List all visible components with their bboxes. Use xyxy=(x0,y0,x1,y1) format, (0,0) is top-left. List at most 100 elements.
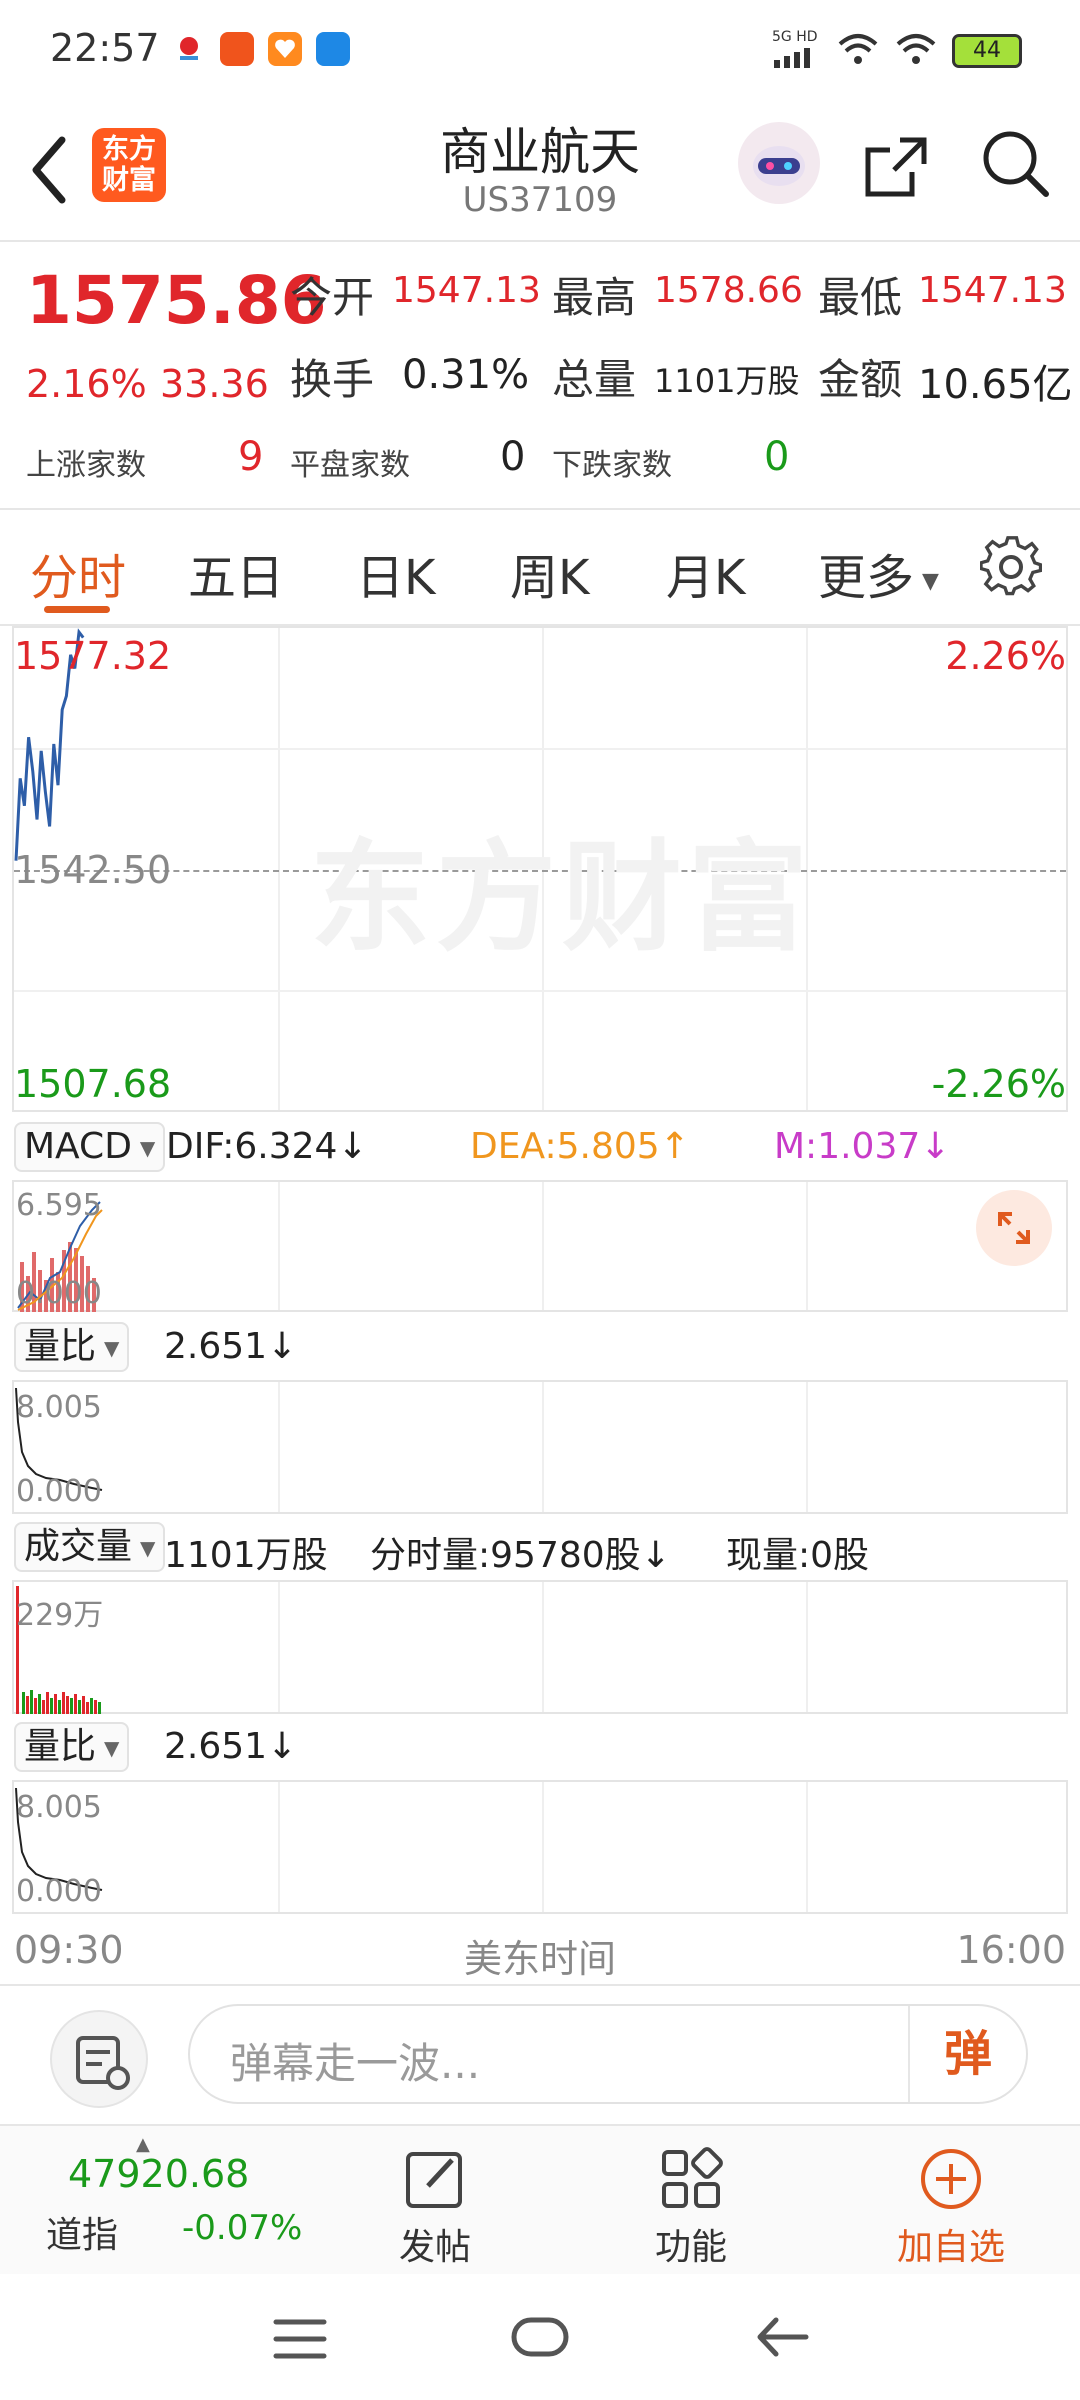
ratio2-selector-label: 量比 xyxy=(24,1726,97,1767)
ratio2-selector[interactable]: 量比 ▼ xyxy=(14,1722,130,1772)
ratio-selector-label: 量比 xyxy=(24,1326,97,1367)
add-watchlist-button[interactable]: 加自选 xyxy=(876,2126,1026,2276)
macd-selector-label: MACD xyxy=(24,1126,132,1167)
volume-label: 总量 xyxy=(552,355,637,404)
ratio-chart-panel[interactable] xyxy=(12,1380,1068,1514)
macd-chart-panel[interactable] xyxy=(12,1180,1068,1312)
ratio-selector[interactable]: 量比 ▼ xyxy=(14,1322,130,1372)
pct-axis-bottom: -2.26% xyxy=(931,1062,1066,1106)
tab-weekly-k[interactable]: 周K xyxy=(510,538,589,608)
macd-selector[interactable]: MACD ▼ xyxy=(14,1122,166,1172)
plus-circle-icon xyxy=(921,2149,981,2209)
minute-volume: 分时量:95780股↓ xyxy=(370,1535,671,1576)
add-watchlist-label: 加自选 xyxy=(896,2227,1005,2268)
time-axis-label: 美东时间 xyxy=(463,1937,616,1981)
status-bar: 22:57 5G HD 44 xyxy=(0,0,1080,100)
amount-label: 金额 xyxy=(818,355,903,404)
edit-icon xyxy=(406,2152,462,2208)
ratio-value: 2.651↓ xyxy=(164,1326,298,1367)
ratio2-line-chart xyxy=(15,1787,103,1891)
change-percent: 2.16% xyxy=(26,362,147,406)
volume-chart-panel[interactable] xyxy=(12,1580,1068,1714)
high-label: 最高 xyxy=(552,273,637,322)
heart-app-icon xyxy=(268,32,302,66)
menu-button[interactable] xyxy=(272,2314,328,2364)
volume-selector[interactable]: 成交量 ▼ xyxy=(14,1522,166,1572)
down-count: 0 xyxy=(764,434,790,480)
bottom-toolbar: ▲ 47920.68 道指 -0.07% 发帖 功能 加自选 xyxy=(0,2124,1080,2274)
battery-icon: 44 xyxy=(952,34,1022,68)
watermark: 东方财富 xyxy=(310,829,814,968)
ratio2-y-top: 8.005 xyxy=(16,1790,102,1825)
back-nav-button[interactable] xyxy=(752,2312,812,2362)
macd-m: M:1.037↓ xyxy=(774,1126,951,1167)
current-price: 1575.86 xyxy=(26,262,327,339)
map-app-icon xyxy=(172,32,206,66)
time-axis-end: 16:00 xyxy=(956,1928,1066,1972)
volume-bars xyxy=(16,1586,101,1714)
tab-monthly-k[interactable]: 月K xyxy=(666,538,745,608)
danmu-label: 弹 xyxy=(943,2026,992,2082)
danmu-placeholder: 弹幕走一波... xyxy=(230,2039,481,2088)
index-ticker[interactable]: ▲ 47920.68 道指 -0.07% xyxy=(0,2126,303,2276)
amount-value: 10.65亿 xyxy=(918,362,1073,408)
danmu-toggle-button[interactable]: 弹 xyxy=(908,2006,1026,2102)
gear-icon xyxy=(979,536,1043,596)
caret-down-icon: ▼ xyxy=(140,1536,156,1560)
open-label: 今开 xyxy=(290,273,375,322)
tab-intraday[interactable]: 分时 xyxy=(30,538,126,608)
ratio-line-chart xyxy=(15,1387,103,1491)
ratio2-y-bottom: 0.000 xyxy=(16,1874,102,1909)
search-button[interactable] xyxy=(978,126,1054,202)
danmu-input[interactable]: 弹幕走一波... 弹 xyxy=(188,2004,1028,2104)
home-button[interactable] xyxy=(510,2312,570,2362)
volume-y-top: 229万 xyxy=(16,1598,104,1633)
system-nav-bar xyxy=(0,2274,1080,2400)
caret-down-icon: ▼ xyxy=(139,1136,156,1160)
back-arrow-icon xyxy=(757,2317,809,2357)
divider xyxy=(0,508,1080,510)
post-button[interactable]: 发帖 xyxy=(360,2126,510,2276)
volume-total: 1101万股 xyxy=(164,1535,328,1576)
tab-more[interactable]: 更多 ▼ xyxy=(818,538,939,608)
ratio-y-bottom: 0.000 xyxy=(16,1474,102,1509)
home-icon xyxy=(511,2317,569,2357)
expand-icon xyxy=(998,1212,1030,1244)
tab-daily-k[interactable]: 日K xyxy=(356,538,435,608)
index-value: 47920.68 xyxy=(68,2152,250,2196)
flat-count-label: 平盘家数 xyxy=(290,448,410,483)
share-button[interactable] xyxy=(860,130,932,202)
index-change: -0.07% xyxy=(182,2208,303,2248)
post-label: 发帖 xyxy=(398,2227,471,2268)
volume-value: 1101万股 xyxy=(654,362,800,400)
ratio2-chart-panel[interactable] xyxy=(12,1780,1068,1914)
divider xyxy=(0,240,1080,242)
up-count: 9 xyxy=(238,434,264,480)
expand-button[interactable] xyxy=(976,1190,1052,1266)
volume-selector-label: 成交量 xyxy=(24,1526,133,1567)
tab-five-day[interactable]: 五日 xyxy=(188,538,284,608)
notes-button[interactable] xyxy=(50,2010,148,2108)
macd-histogram xyxy=(17,1201,103,1312)
search-icon xyxy=(983,131,1049,197)
robot-icon xyxy=(753,146,805,186)
index-name: 道指 xyxy=(46,2215,119,2256)
turnover-label: 换手 xyxy=(290,355,375,404)
share-icon xyxy=(865,137,927,197)
news-app-icon xyxy=(220,32,254,66)
wifi-icon-2 xyxy=(894,30,938,74)
y-axis-bottom: 1507.68 xyxy=(14,1062,172,1106)
ratio-y-top: 8.005 xyxy=(16,1390,102,1425)
functions-button[interactable]: 功能 xyxy=(616,2126,766,2276)
network-type: 5G HD xyxy=(772,29,818,45)
header: 东方 财富 商业航天 US37109 xyxy=(0,100,1080,240)
down-count-label: 下跌家数 xyxy=(552,448,672,483)
chart-settings-button[interactable] xyxy=(979,536,1043,598)
tab-more-label: 更多 xyxy=(818,550,915,606)
status-time: 22:57 xyxy=(50,26,160,70)
ai-assistant-button[interactable] xyxy=(738,122,820,204)
y-axis-mid: 1542.50 xyxy=(14,848,172,892)
macd-y-top: 6.595 xyxy=(16,1188,102,1223)
menu-icon xyxy=(273,2319,327,2359)
comment-bar: 弹幕走一波... 弹 xyxy=(0,1990,1080,2130)
